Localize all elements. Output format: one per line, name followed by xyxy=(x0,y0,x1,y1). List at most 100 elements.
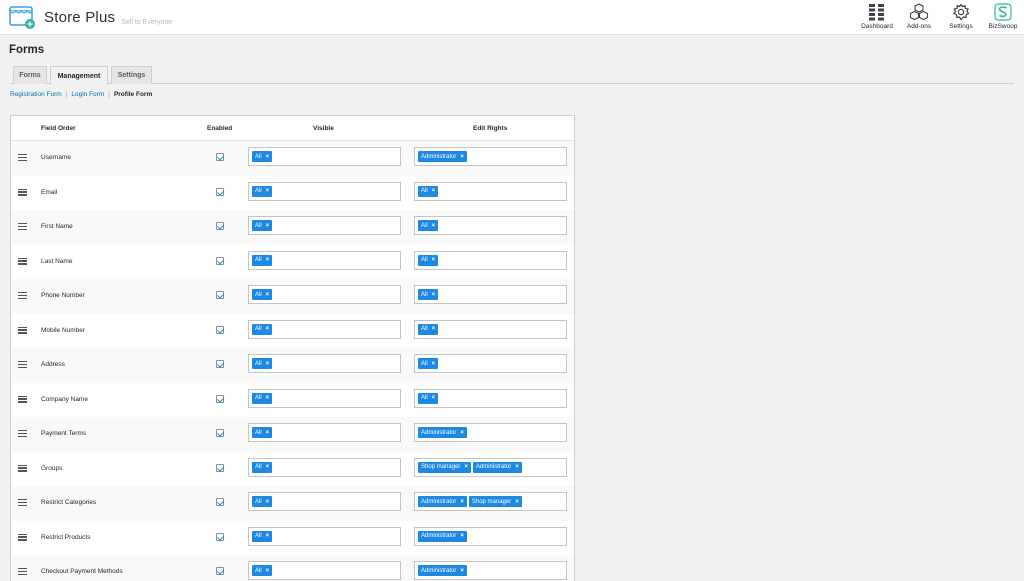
drag-handle-icon[interactable] xyxy=(18,499,27,507)
visible-select[interactable]: All × xyxy=(248,319,401,339)
visible-select[interactable]: All × xyxy=(248,492,401,511)
drag-handle-icon[interactable] xyxy=(18,292,27,300)
remove-tag-icon[interactable]: × xyxy=(432,326,436,332)
drag-handle-icon[interactable] xyxy=(18,257,27,265)
remove-tag-icon[interactable]: × xyxy=(460,499,464,505)
nav-addons[interactable]: Add-ons xyxy=(898,0,940,35)
drag-handle-icon[interactable] xyxy=(18,154,27,162)
tab-forms[interactable]: Forms xyxy=(13,66,47,84)
role-tag-label: All xyxy=(255,291,262,298)
remove-tag-icon[interactable]: × xyxy=(460,533,464,539)
tab-bar: Forms Management Settings xyxy=(10,66,1014,85)
edit-rights-select[interactable]: Shop manager × Administrator × xyxy=(414,457,567,477)
remove-tag-icon[interactable]: × xyxy=(266,430,270,436)
drag-handle-icon[interactable] xyxy=(18,430,27,438)
link-registration-form[interactable]: Registration Form xyxy=(10,91,62,98)
edit-rights-select[interactable]: All × xyxy=(414,216,567,235)
visible-select[interactable]: All × xyxy=(248,216,401,235)
visible-select[interactable]: All × xyxy=(248,388,401,408)
remove-tag-icon[interactable]: × xyxy=(266,292,270,298)
visible-select[interactable]: All × xyxy=(248,526,401,546)
remove-tag-icon[interactable]: × xyxy=(432,257,436,263)
edit-rights-select[interactable]: All × xyxy=(414,354,567,373)
edit-rights-select[interactable]: All × xyxy=(414,250,567,270)
remove-tag-icon[interactable]: × xyxy=(266,568,270,574)
enabled-checkbox[interactable] xyxy=(216,498,224,506)
enabled-checkbox[interactable] xyxy=(216,532,224,541)
visible-select[interactable]: All × xyxy=(248,250,401,270)
remove-tag-icon[interactable]: × xyxy=(266,326,270,332)
enabled-checkbox[interactable] xyxy=(216,567,224,575)
visible-select[interactable]: All × xyxy=(248,423,401,442)
table-row: Email All × All × xyxy=(11,176,574,211)
role-tag: Administrator × xyxy=(472,461,522,473)
edit-rights-select[interactable]: Administrator × xyxy=(414,423,567,442)
enabled-checkbox[interactable] xyxy=(216,187,224,196)
remove-tag-icon[interactable]: × xyxy=(464,464,468,470)
enabled-checkbox[interactable] xyxy=(216,463,224,472)
role-tag-label: Administrator xyxy=(421,153,457,160)
edit-rights-select[interactable]: All × xyxy=(414,388,567,408)
remove-tag-icon[interactable]: × xyxy=(266,464,270,470)
drag-handle-icon[interactable] xyxy=(18,188,27,196)
remove-tag-icon[interactable]: × xyxy=(266,188,270,194)
role-tag: All × xyxy=(252,530,273,542)
remove-tag-icon[interactable]: × xyxy=(266,499,270,505)
drag-handle-icon[interactable] xyxy=(18,395,27,403)
edit-rights-select[interactable]: Administrator × Shop manager × xyxy=(414,492,567,511)
enabled-checkbox[interactable] xyxy=(216,291,224,299)
visible-select[interactable]: All × xyxy=(248,561,401,580)
remove-tag-icon[interactable]: × xyxy=(432,223,436,229)
remove-tag-icon[interactable]: × xyxy=(266,223,270,229)
visible-select[interactable]: All × xyxy=(248,147,401,166)
drag-handle-icon[interactable] xyxy=(18,533,27,541)
nav-dashboard[interactable]: Dashboard xyxy=(856,0,898,35)
remove-tag-icon[interactable]: × xyxy=(266,154,270,160)
remove-tag-icon[interactable]: × xyxy=(432,395,436,401)
edit-rights-select[interactable]: All × xyxy=(414,285,567,304)
link-login-form[interactable]: Login Form xyxy=(71,91,104,98)
enabled-checkbox[interactable] xyxy=(216,394,224,403)
edit-rights-select[interactable]: All × xyxy=(414,319,567,339)
enabled-checkbox[interactable] xyxy=(216,256,224,265)
drag-handle-icon[interactable] xyxy=(18,361,27,369)
remove-tag-icon[interactable]: × xyxy=(266,395,270,401)
nav-settings[interactable]: Settings xyxy=(940,0,982,35)
remove-tag-icon[interactable]: × xyxy=(266,533,270,539)
visible-select[interactable]: All × xyxy=(248,181,401,201)
visible-select[interactable]: All × xyxy=(248,457,401,477)
drag-handle-icon[interactable] xyxy=(18,464,27,472)
enabled-checkbox[interactable] xyxy=(216,153,224,161)
remove-tag-icon[interactable]: × xyxy=(460,154,464,160)
remove-tag-icon[interactable]: × xyxy=(266,257,270,263)
remove-tag-icon[interactable]: × xyxy=(432,188,436,194)
drag-handle-icon[interactable] xyxy=(18,223,27,231)
visible-select[interactable]: All × xyxy=(248,285,401,304)
edit-rights-select[interactable]: All × xyxy=(414,181,567,201)
remove-tag-icon[interactable]: × xyxy=(515,464,519,470)
edit-rights-select[interactable]: Administrator × xyxy=(414,147,567,166)
remove-tag-icon[interactable]: × xyxy=(432,292,436,298)
remove-tag-icon[interactable]: × xyxy=(460,430,464,436)
drag-handle-icon[interactable] xyxy=(18,326,27,334)
remove-tag-icon[interactable]: × xyxy=(266,361,270,367)
nav-bizswoop[interactable]: BizSwoop xyxy=(982,0,1024,35)
tab-management[interactable]: Management xyxy=(50,66,108,85)
enabled-checkbox[interactable] xyxy=(216,325,224,334)
tab-settings[interactable]: Settings xyxy=(111,66,152,84)
remove-tag-icon[interactable]: × xyxy=(515,499,519,505)
table-row: Mobile Number All × All × xyxy=(11,314,574,349)
field-name: Email xyxy=(41,188,58,196)
remove-tag-icon[interactable]: × xyxy=(432,361,436,367)
drag-handle-icon[interactable] xyxy=(18,568,27,576)
edit-rights-select[interactable]: Administrator × xyxy=(414,526,567,546)
visible-select[interactable]: All × xyxy=(248,354,401,373)
enabled-checkbox[interactable] xyxy=(216,429,224,437)
table-row: Checkout Payment Methods All × Administrato… xyxy=(11,555,574,581)
enabled-checkbox[interactable] xyxy=(216,360,224,368)
remove-tag-icon[interactable]: × xyxy=(460,568,464,574)
edit-rights-select[interactable]: Administrator × xyxy=(414,561,567,580)
role-tag-label: Shop manager xyxy=(471,498,512,505)
brand[interactable]: Store Plus Sell to Everyone xyxy=(8,4,172,30)
enabled-checkbox[interactable] xyxy=(216,222,224,230)
